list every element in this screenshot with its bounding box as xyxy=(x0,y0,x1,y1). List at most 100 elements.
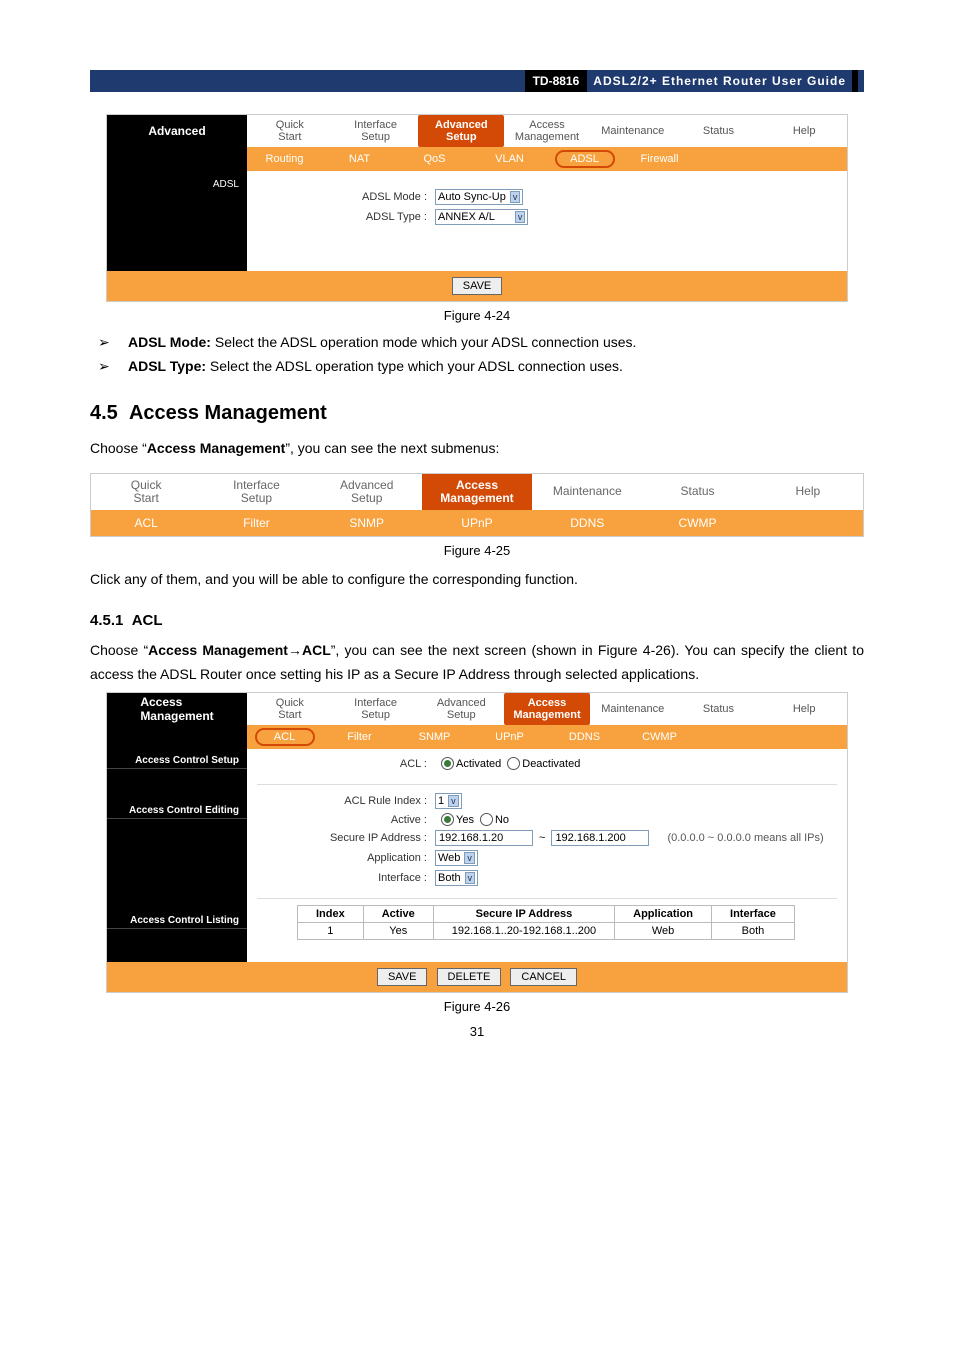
radio-active-no[interactable] xyxy=(480,813,493,826)
section-title-access-management: Access Management xyxy=(107,693,247,725)
th-index: Index xyxy=(298,906,364,923)
section-4-5-1-intro: Choose “Access Management→ACL”, you can … xyxy=(90,639,864,687)
subtab-nat[interactable]: NAT xyxy=(322,147,397,171)
radio-active-yes[interactable] xyxy=(441,813,454,826)
ip-range-hint: (0.0.0.0 ~ 0.0.0.0 means all IPs) xyxy=(667,832,823,844)
subtab-upnp[interactable]: UPnP xyxy=(472,725,547,749)
tab-quick-start[interactable]: Quick Start xyxy=(247,115,333,147)
subtab-snmp[interactable]: SNMP xyxy=(397,725,472,749)
section-access-control-setup: Access Control Setup xyxy=(107,749,247,769)
subtab-qos[interactable]: QoS xyxy=(397,147,472,171)
bullet-adsl-type: ➢ ADSL Type: Select the ADSL operation t… xyxy=(90,357,864,377)
label-active: Active : xyxy=(257,814,435,826)
tab-access-management[interactable]: Access Management xyxy=(422,474,532,510)
th-application: Application xyxy=(615,906,712,923)
label-adsl-type: ADSL Type : xyxy=(257,211,435,223)
subtab-acl[interactable]: ACL xyxy=(91,510,201,536)
save-button[interactable]: SAVE xyxy=(377,968,428,986)
tab-advanced-setup[interactable]: Advanced Setup xyxy=(312,474,422,510)
subtab-adsl[interactable]: ADSL xyxy=(547,147,622,171)
subtab-vlan[interactable]: VLAN xyxy=(472,147,547,171)
select-application[interactable]: Web v xyxy=(435,850,478,866)
radio-acl-deactivated[interactable] xyxy=(507,757,520,770)
label-acl: ACL : xyxy=(257,758,435,770)
tab-advanced-setup[interactable]: Advanced Setup xyxy=(418,693,504,725)
doc-header-title: ADSL2/2+ Ethernet Router User Guide xyxy=(593,74,846,88)
section-access-control-editing: Access Control Editing xyxy=(107,799,247,819)
tab-help[interactable]: Help xyxy=(761,693,847,725)
subtab-upnp[interactable]: UPnP xyxy=(422,510,532,536)
select-adsl-mode[interactable]: Auto Sync-Up v xyxy=(435,189,523,205)
tab-quick-start[interactable]: Quick Start xyxy=(91,474,201,510)
bullet-adsl-mode: ➢ ADSL Mode: Select the ADSL operation m… xyxy=(90,333,864,353)
tab-help[interactable]: Help xyxy=(753,474,863,510)
tab-status[interactable]: Status xyxy=(676,115,762,147)
tab-interface-setup[interactable]: Interface Setup xyxy=(201,474,311,510)
table-row: 1 Yes 192.168.1..20-192.168.1..200 Web B… xyxy=(298,923,795,940)
page-number: 31 xyxy=(90,1024,864,1039)
figure-4-25-caption: Figure 4-25 xyxy=(90,543,864,558)
tab-maintenance[interactable]: Maintenance xyxy=(590,693,676,725)
th-secure-ip: Secure IP Address xyxy=(433,906,614,923)
sub-nav-spacer xyxy=(107,147,247,171)
subtab-acl[interactable]: ACL xyxy=(247,725,322,749)
chevron-down-icon: v xyxy=(510,191,521,203)
tab-maintenance[interactable]: Maintenance xyxy=(590,115,676,147)
chevron-down-icon: v xyxy=(464,852,475,864)
tab-access-management[interactable]: Access Management xyxy=(504,115,590,147)
select-rule-index[interactable]: 1 v xyxy=(435,793,462,809)
save-button[interactable]: SAVE xyxy=(452,277,503,295)
tab-access-management[interactable]: Access Management xyxy=(504,693,590,725)
input-ip-from[interactable]: 192.168.1.20 xyxy=(435,830,533,846)
chevron-down-icon: v xyxy=(465,872,476,884)
select-interface[interactable]: Both v xyxy=(435,870,478,886)
section-access-control-listing: Access Control Listing xyxy=(107,909,247,929)
section-4-5-1-heading: 4.5.1 ACL xyxy=(90,612,864,629)
figure-4-26-caption: Figure 4-26 xyxy=(90,999,864,1014)
tab-maintenance[interactable]: Maintenance xyxy=(532,474,642,510)
sub-nav-spacer xyxy=(107,725,247,749)
tab-status[interactable]: Status xyxy=(642,474,752,510)
figure-4-24: Advanced Quick Start Interface Setup Adv… xyxy=(106,114,848,302)
tilde-separator: ~ xyxy=(539,832,545,844)
doc-header: TD-8816 ADSL2/2+ Ethernet Router User Gu… xyxy=(90,70,864,92)
tab-status[interactable]: Status xyxy=(676,693,762,725)
click-any-text: Click any of them, and you will be able … xyxy=(90,568,864,592)
label-application: Application : xyxy=(257,852,435,864)
cancel-button[interactable]: CANCEL xyxy=(510,968,577,986)
doc-header-model: TD-8816 xyxy=(525,70,588,92)
subtab-firewall[interactable]: Firewall xyxy=(622,147,697,171)
input-ip-to[interactable]: 192.168.1.200 xyxy=(551,830,649,846)
select-adsl-type[interactable]: ANNEX A/L v xyxy=(435,209,528,225)
radio-acl-activated[interactable] xyxy=(441,757,454,770)
side-label-adsl: ADSL xyxy=(107,171,247,271)
tab-quick-start[interactable]: Quick Start xyxy=(247,693,333,725)
table-header-row: Index Active Secure IP Address Applicati… xyxy=(298,906,795,923)
subtab-snmp[interactable]: SNMP xyxy=(312,510,422,536)
label-adsl-mode: ADSL Mode : xyxy=(257,191,435,203)
figure-4-25: Quick Start Interface Setup Advanced Set… xyxy=(90,473,864,537)
tab-help[interactable]: Help xyxy=(761,115,847,147)
tab-advanced-setup[interactable]: Advanced Setup xyxy=(418,115,504,147)
subtab-ddns[interactable]: DDNS xyxy=(547,725,622,749)
chevron-down-icon: v xyxy=(448,795,459,807)
chevron-down-icon: v xyxy=(515,211,526,223)
th-active: Active xyxy=(363,906,433,923)
tab-interface-setup[interactable]: Interface Setup xyxy=(333,115,419,147)
text-activated: Activated xyxy=(456,758,501,770)
section-title-advanced: Advanced xyxy=(107,115,247,147)
tab-interface-setup[interactable]: Interface Setup xyxy=(333,693,419,725)
delete-button[interactable]: DELETE xyxy=(437,968,502,986)
subtab-routing[interactable]: Routing xyxy=(247,147,322,171)
text-deactivated: Deactivated xyxy=(522,758,580,770)
subtab-cwmp[interactable]: CWMP xyxy=(622,725,697,749)
label-secure-ip: Secure IP Address : xyxy=(257,832,435,844)
subtab-filter[interactable]: Filter xyxy=(201,510,311,536)
subtab-filter[interactable]: Filter xyxy=(322,725,397,749)
subtab-ddns[interactable]: DDNS xyxy=(532,510,642,536)
arrow-bullet-icon: ➢ xyxy=(90,333,128,353)
subtab-cwmp[interactable]: CWMP xyxy=(642,510,752,536)
section-4-5-heading: 4.5 Access Management xyxy=(90,402,864,425)
label-rule-index: ACL Rule Index : xyxy=(257,795,435,807)
doc-header-endcap xyxy=(852,70,858,92)
